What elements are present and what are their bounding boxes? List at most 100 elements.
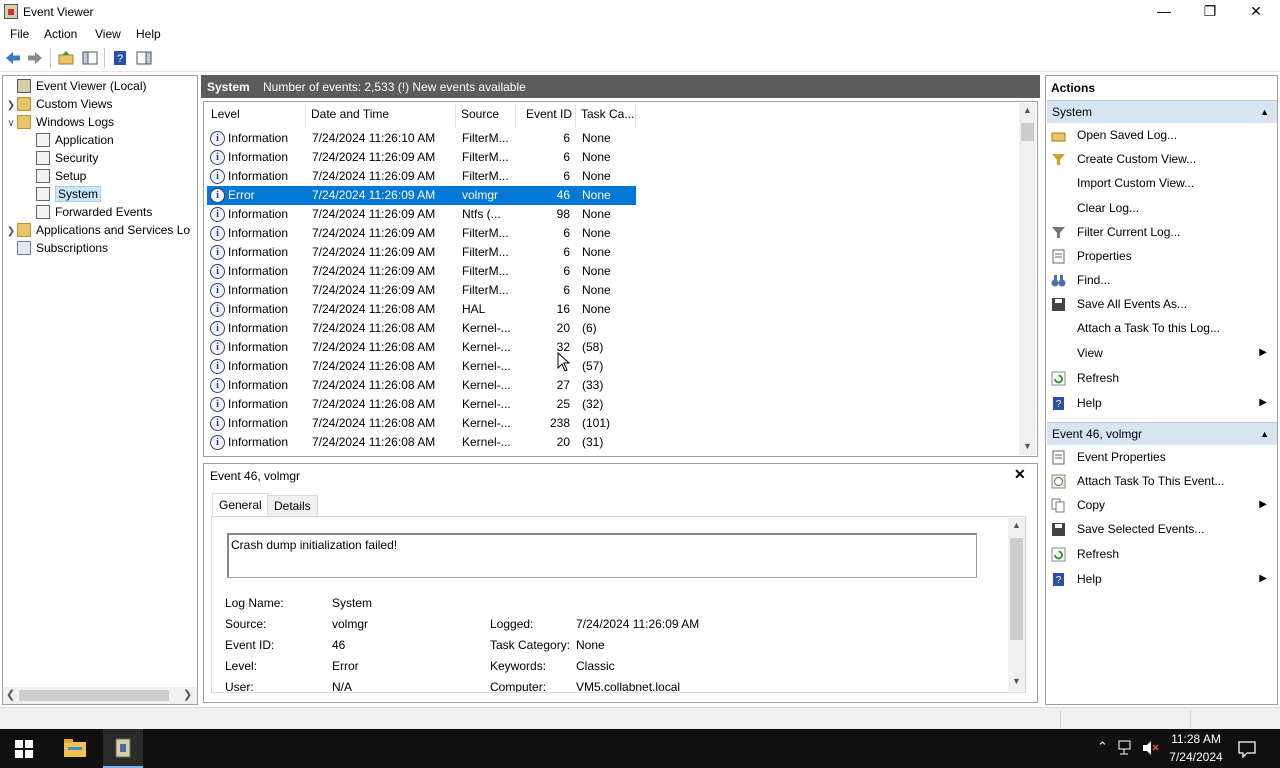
menu-action[interactable]: Action <box>44 27 77 41</box>
table-row[interactable]: i Information 7/24/2024 11:26:08 AM Kernel-… <box>207 338 636 357</box>
action-create-custom-view[interactable]: Create Custom View... <box>1049 148 1275 170</box>
close-detail-icon[interactable]: ✕ <box>1014 466 1026 483</box>
scroll-thumb[interactable] <box>1010 538 1023 640</box>
menu-help[interactable]: Help <box>136 27 161 41</box>
forward-arrow-icon[interactable] <box>26 49 44 67</box>
taskbar-time[interactable]: 11:28 AM <box>1168 732 1224 746</box>
action-find[interactable]: Find... <box>1049 269 1275 291</box>
actions-section-system[interactable]: System ▲ <box>1047 100 1277 123</box>
action-import-custom-view[interactable]: Import Custom View... <box>1049 172 1275 194</box>
show-hidden-icons-chevron-icon[interactable]: ⌃ <box>1097 739 1108 755</box>
collapse-triangle-icon[interactable]: ▲ <box>1260 101 1269 123</box>
table-row[interactable]: i Information 7/24/2024 11:26:09 AM FilterM… <box>207 262 636 281</box>
maximize-button[interactable]: ❐ <box>1187 0 1233 24</box>
tree-item-system[interactable]: System <box>5 185 190 203</box>
table-row[interactable]: i Information 7/24/2024 11:26:08 AM Kernel-… <box>207 395 636 414</box>
tree-item-event-viewer-local[interactable]: Event Viewer (Local) <box>5 77 190 95</box>
action-refresh-event[interactable]: Refresh <box>1049 543 1275 565</box>
tree-item-windows-logs[interactable]: ∨ Windows Logs <box>5 113 190 131</box>
tree-item-setup[interactable]: Setup <box>5 167 190 185</box>
action-help-event-submenu[interactable]: ? Help ▶ <box>1049 568 1275 590</box>
taskbar-date[interactable]: 7/24/2024 <box>1168 750 1224 764</box>
action-save-all-events-as[interactable]: Save All Events As... <box>1049 293 1275 315</box>
windows-start-icon[interactable] <box>15 740 33 758</box>
scroll-up-icon[interactable]: ▲ <box>1023 105 1032 115</box>
volume-muted-icon[interactable] <box>1142 740 1160 756</box>
table-row[interactable]: i Information 7/24/2024 11:26:09 AM FilterM… <box>207 224 636 243</box>
column-header-level[interactable]: Level <box>211 107 240 121</box>
tab-details[interactable]: Details <box>267 495 318 517</box>
action-event-properties[interactable]: Event Properties <box>1049 446 1275 468</box>
table-row[interactable]: i Information 7/24/2024 11:26:08 AM Kernel-… <box>207 376 636 395</box>
up-folder-icon[interactable] <box>57 49 75 67</box>
table-row[interactable]: i Information 7/24/2024 11:26:08 AM HAL 16 No… <box>207 300 636 319</box>
column-header-date-time[interactable]: Date and Time <box>311 107 389 121</box>
action-clear-log[interactable]: Clear Log... <box>1049 197 1275 219</box>
actions-section-event[interactable]: Event 46, volmgr ▲ <box>1047 422 1277 445</box>
scroll-left-icon[interactable]: ❮ <box>6 688 15 701</box>
show-hide-action-pane-icon[interactable] <box>135 49 153 67</box>
table-row[interactable]: i Information 7/24/2024 11:26:09 AM FilterM… <box>207 148 636 167</box>
scroll-thumb[interactable] <box>1021 123 1034 141</box>
column-divider[interactable] <box>455 104 456 128</box>
back-arrow-icon[interactable] <box>4 49 22 67</box>
detail-vertical-scrollbar[interactable]: ▲ ▼ <box>1008 518 1025 691</box>
help-book-icon[interactable]: ? <box>111 49 129 67</box>
events-vertical-scrollbar[interactable]: ▲ ▼ <box>1019 103 1036 455</box>
column-header-event-id[interactable]: Event ID <box>526 107 572 121</box>
action-filter-current-log[interactable]: Filter Current Log... <box>1049 221 1275 243</box>
action-attach-task-to-event[interactable]: Attach Task To This Event... <box>1049 470 1275 492</box>
tree-horizontal-scrollbar[interactable]: ❮ ❯ <box>3 687 197 704</box>
table-row[interactable]: i Information 7/24/2024 11:26:08 AM Kernel-… <box>207 414 636 433</box>
action-save-selected-events[interactable]: Save Selected Events... <box>1049 518 1275 540</box>
network-icon[interactable] <box>1118 740 1136 756</box>
table-row[interactable]: i Information 7/24/2024 11:26:09 AM FilterM… <box>207 167 636 186</box>
column-header-source[interactable]: Source <box>461 107 499 121</box>
tree-item-application[interactable]: Application <box>5 131 190 149</box>
table-row[interactable]: i Information 7/24/2024 11:26:10 AM FilterM… <box>207 129 636 148</box>
scroll-up-icon[interactable]: ▲ <box>1012 520 1021 530</box>
column-divider[interactable] <box>515 104 516 128</box>
scroll-down-icon[interactable]: ▼ <box>1012 676 1021 686</box>
event-message-box[interactable]: Crash dump initialization failed! <box>227 533 977 578</box>
tree-item-forwarded-events[interactable]: Forwarded Events <box>5 203 190 221</box>
table-row[interactable]: i Information 7/24/2024 11:26:09 AM FilterM… <box>207 281 636 300</box>
table-row[interactable]: i Error 7/24/2024 11:26:09 AM volmgr 46 None <box>207 186 636 205</box>
action-refresh[interactable]: Refresh <box>1049 367 1275 389</box>
collapse-triangle-icon[interactable]: ▲ <box>1260 423 1269 445</box>
cell-event-id: 6 <box>563 150 570 164</box>
action-open-saved-log[interactable]: Open Saved Log... <box>1049 124 1275 146</box>
table-row[interactable]: i Information 7/24/2024 11:26:08 AM Kernel-… <box>207 319 636 338</box>
tab-general[interactable]: General <box>212 493 269 518</box>
scroll-right-icon[interactable]: ❯ <box>183 688 192 701</box>
collapse-chevron-icon[interactable]: ∨ <box>5 115 17 133</box>
scroll-down-icon[interactable]: ▼ <box>1023 441 1032 451</box>
table-row[interactable]: i Information 7/24/2024 11:26:08 AM Kernel-… <box>207 433 636 452</box>
minimize-button[interactable]: — <box>1141 0 1187 24</box>
tree-item-security[interactable]: Security <box>5 149 190 167</box>
action-properties[interactable]: Properties <box>1049 245 1275 267</box>
table-row[interactable]: i Information 7/24/2024 11:26:09 AM Ntfs (.… <box>207 205 636 224</box>
file-explorer-icon[interactable] <box>63 738 87 758</box>
notifications-icon[interactable] <box>1238 740 1256 758</box>
menu-file[interactable]: File <box>10 27 29 41</box>
taskbar-event-viewer-button[interactable] <box>103 729 143 768</box>
close-window-button[interactable]: ✕ <box>1233 0 1279 24</box>
column-header-task-category[interactable]: Task Ca... <box>581 107 634 121</box>
action-copy-submenu[interactable]: Copy ▶ <box>1049 494 1275 516</box>
action-help-submenu[interactable]: ? Help ▶ <box>1049 392 1275 414</box>
tree-item-subscriptions[interactable]: Subscriptions <box>5 239 190 257</box>
action-attach-task-to-log[interactable]: Attach a Task To this Log... <box>1049 317 1275 339</box>
scroll-thumb[interactable] <box>19 690 169 701</box>
tree-item-custom-views[interactable]: ❯ Custom Views <box>5 95 190 113</box>
column-divider[interactable] <box>305 104 306 128</box>
table-row[interactable]: i Information 7/24/2024 11:26:08 AM Kernel-… <box>207 357 636 376</box>
tree-item-applications-and-services[interactable]: ❯ Applications and Services Lo <box>5 221 190 239</box>
column-divider[interactable] <box>635 104 636 128</box>
column-divider[interactable] <box>575 104 576 128</box>
error-level-icon: i <box>210 188 225 203</box>
show-hide-console-tree-icon[interactable] <box>81 49 99 67</box>
menu-view[interactable]: View <box>95 27 121 41</box>
table-row[interactable]: i Information 7/24/2024 11:26:09 AM FilterM… <box>207 243 636 262</box>
action-view-submenu[interactable]: View ▶ <box>1049 342 1275 364</box>
